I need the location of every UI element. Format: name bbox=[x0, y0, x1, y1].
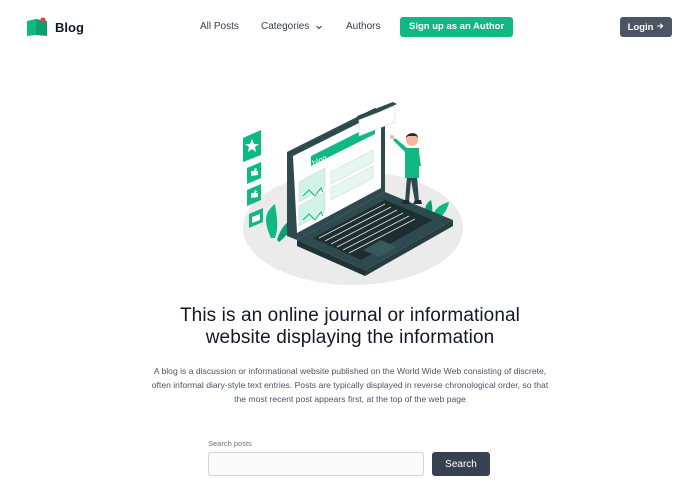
laptop-blog-illustration: blog bbox=[235, 100, 465, 290]
site-header: Blog All Posts Categories Authors Sign u… bbox=[0, 0, 700, 54]
nav-all-posts[interactable]: All Posts bbox=[200, 21, 239, 32]
brand-name: Blog bbox=[55, 19, 84, 35]
nav-authors[interactable]: Authors bbox=[346, 21, 380, 32]
chevron-down-icon bbox=[315, 23, 323, 31]
nav-categories[interactable]: Categories bbox=[261, 21, 323, 32]
headline-line-1: This is an online journal or information… bbox=[179, 305, 521, 326]
signup-author-button[interactable]: Sign up as an Author bbox=[400, 17, 514, 37]
book-logo-icon bbox=[26, 17, 48, 37]
description-line-3: the most recent post appears first, at t… bbox=[234, 394, 466, 404]
arrow-right-icon bbox=[656, 22, 664, 32]
nav-categories-label: Categories bbox=[261, 21, 310, 32]
headline-line-2: website displaying the information bbox=[205, 327, 495, 348]
description-line-2: often informal diary-style text entries.… bbox=[151, 380, 549, 390]
description-line-1: A blog is a discussion or informational … bbox=[153, 366, 547, 376]
search-button[interactable]: Search bbox=[432, 452, 490, 476]
like-card-icon bbox=[247, 162, 261, 184]
star-card-icon bbox=[243, 130, 261, 162]
brand[interactable]: Blog bbox=[26, 17, 84, 37]
page-headline: This is an online journal or information… bbox=[100, 305, 600, 349]
search-label: Search posts bbox=[208, 439, 252, 448]
search-input[interactable] bbox=[208, 452, 424, 476]
page-description: A blog is a discussion or informational … bbox=[130, 364, 570, 406]
login-label: Login bbox=[627, 21, 654, 33]
login-button[interactable]: Login bbox=[620, 17, 672, 37]
